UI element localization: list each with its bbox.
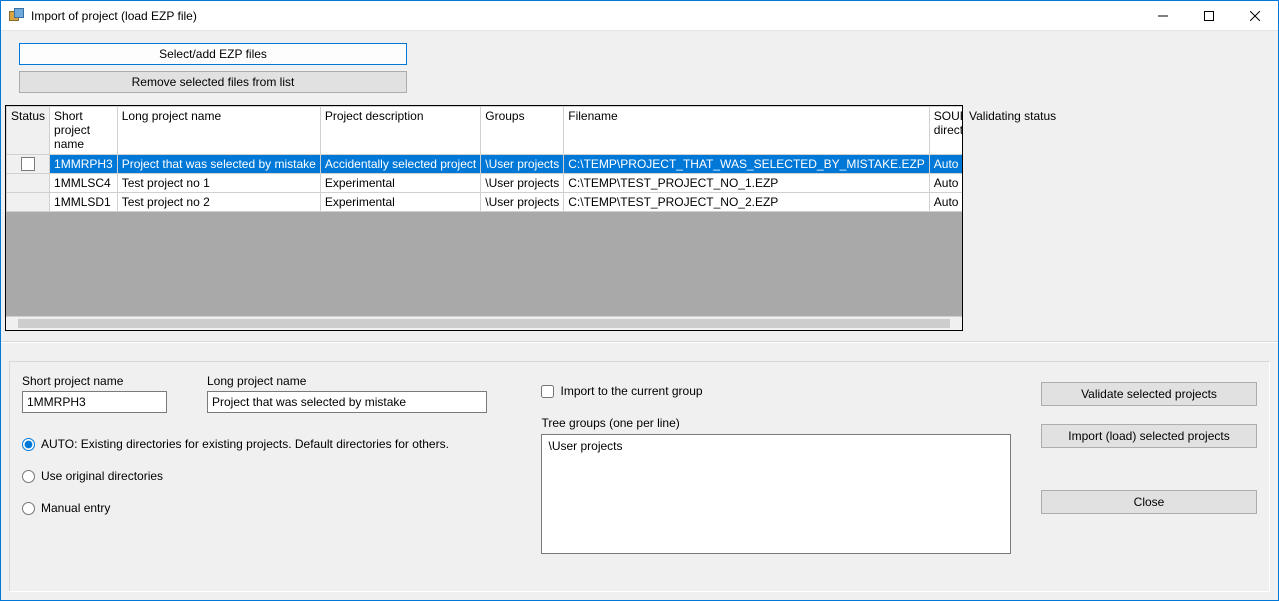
window-controls xyxy=(1140,1,1278,30)
long-name-input[interactable] xyxy=(207,391,487,413)
col-description[interactable]: Project description xyxy=(320,107,480,155)
radio-manual-row[interactable]: Manual entry xyxy=(22,501,511,515)
close-button[interactable]: Close xyxy=(1041,490,1257,514)
radio-original-row[interactable]: Use original directories xyxy=(22,469,511,483)
short-name-input[interactable] xyxy=(22,391,167,413)
cell-filename[interactable]: C:\TEMP\TEST_PROJECT_NO_2.EZP xyxy=(564,193,930,212)
short-name-label: Short project name xyxy=(22,374,167,388)
maximize-button[interactable] xyxy=(1186,1,1232,30)
cell-sourceDir[interactable]: Auto xyxy=(929,155,963,174)
validating-status-panel: Validating status xyxy=(969,105,1274,331)
col-groups[interactable]: Groups xyxy=(481,107,564,155)
detail-middle: Import to the current group Tree groups … xyxy=(541,374,1011,579)
import-current-group-row[interactable]: Import to the current group xyxy=(541,384,1011,398)
table-row[interactable]: 1MMLSC4Test project no 1Experimental\Use… xyxy=(7,174,964,193)
cell-longName[interactable]: Project that was selected by mistake xyxy=(117,155,320,174)
cell-filename[interactable]: C:\TEMP\PROJECT_THAT_WAS_SELECTED_BY_MIS… xyxy=(564,155,930,174)
window-title: Import of project (load EZP file) xyxy=(31,9,197,23)
validating-status-label: Validating status xyxy=(969,109,1274,123)
radio-original-label: Use original directories xyxy=(41,469,163,483)
tree-groups-label: Tree groups (one per line) xyxy=(541,416,1011,430)
radio-auto-row[interactable]: AUTO: Existing directories for existing … xyxy=(22,437,511,451)
remove-selected-files-button[interactable]: Remove selected files from list xyxy=(19,71,407,93)
cell-description[interactable]: Accidentally selected project xyxy=(320,155,480,174)
middle-row: Status Short project name Long project n… xyxy=(1,105,1278,337)
validate-button[interactable]: Validate selected projects xyxy=(1041,382,1257,406)
select-add-ezp-button[interactable]: Select/add EZP files xyxy=(19,43,407,65)
cell-groups[interactable]: \User projects xyxy=(481,174,564,193)
action-buttons-column: Validate selected projects Import (load)… xyxy=(1041,374,1257,579)
horizontal-separator xyxy=(1,341,1278,343)
cell-sourceDir[interactable]: Auto xyxy=(929,174,963,193)
cell-shortName[interactable]: 1MMLSD1 xyxy=(50,193,118,212)
col-status[interactable]: Status xyxy=(7,107,50,155)
projects-grid[interactable]: Status Short project name Long project n… xyxy=(5,105,963,331)
table-row[interactable]: 1MMRPH3Project that was selected by mist… xyxy=(7,155,964,174)
cell-shortName[interactable]: 1MMRPH3 xyxy=(50,155,118,174)
cell-shortName[interactable]: 1MMLSC4 xyxy=(50,174,118,193)
col-long-name[interactable]: Long project name xyxy=(117,107,320,155)
row-header-cell[interactable] xyxy=(7,155,50,174)
col-short-name[interactable]: Short project name xyxy=(50,107,118,155)
cell-groups[interactable]: \User projects xyxy=(481,155,564,174)
app-icon xyxy=(9,8,25,24)
row-header-cell[interactable] xyxy=(7,174,50,193)
cell-sourceDir[interactable]: Auto xyxy=(929,193,963,212)
cell-longName[interactable]: Test project no 1 xyxy=(117,174,320,193)
import-button[interactable]: Import (load) selected projects xyxy=(1041,424,1257,448)
close-window-button[interactable] xyxy=(1232,1,1278,30)
radio-manual-label: Manual entry xyxy=(41,501,110,515)
detail-left: Short project name Long project name AUT… xyxy=(22,374,511,579)
tree-groups-textarea[interactable] xyxy=(541,434,1011,554)
radio-original[interactable] xyxy=(22,470,35,483)
long-name-label: Long project name xyxy=(207,374,487,388)
import-current-group-label: Import to the current group xyxy=(560,384,702,398)
radio-auto-label: AUTO: Existing directories for existing … xyxy=(41,437,449,451)
title-bar: Import of project (load EZP file) xyxy=(1,1,1278,31)
cell-description[interactable]: Experimental xyxy=(320,174,480,193)
col-filename[interactable]: Filename xyxy=(564,107,930,155)
top-button-section: Select/add EZP files Remove selected fil… xyxy=(1,31,1278,105)
table-row[interactable]: 1MMLSD1Test project no 2Experimental\Use… xyxy=(7,193,964,212)
import-current-group-checkbox[interactable] xyxy=(541,385,554,398)
cell-description[interactable]: Experimental xyxy=(320,193,480,212)
grid-horizontal-scrollbar[interactable] xyxy=(6,316,962,330)
import-project-window: Import of project (load EZP file) Select… xyxy=(0,0,1279,601)
detail-panel: Short project name Long project name AUT… xyxy=(9,361,1270,592)
radio-auto[interactable] xyxy=(22,438,35,451)
cell-groups[interactable]: \User projects xyxy=(481,193,564,212)
cell-filename[interactable]: C:\TEMP\TEST_PROJECT_NO_1.EZP xyxy=(564,174,930,193)
cell-longName[interactable]: Test project no 2 xyxy=(117,193,320,212)
col-source-dir[interactable]: SOURCE directory xyxy=(929,107,963,155)
row-header-cell[interactable] xyxy=(7,193,50,212)
radio-manual[interactable] xyxy=(22,502,35,515)
minimize-button[interactable] xyxy=(1140,1,1186,30)
